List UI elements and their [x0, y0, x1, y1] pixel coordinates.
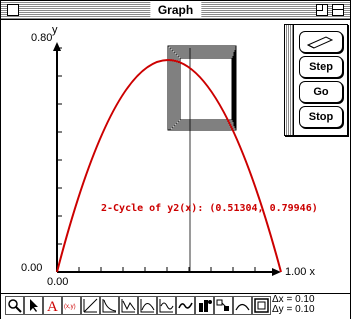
delta-readout: Δx = 0.10 Δy = 0.10	[272, 295, 315, 315]
eraser-icon	[306, 36, 334, 49]
go-button[interactable]: Go	[299, 81, 343, 103]
zoom-box[interactable]	[316, 4, 328, 16]
curve3-icon[interactable]	[138, 296, 157, 315]
derivative-icon[interactable]	[176, 296, 195, 315]
curve2-icon[interactable]	[119, 296, 138, 315]
title-bar[interactable]: Graph	[1, 1, 350, 20]
step-button[interactable]: Step	[299, 56, 343, 78]
delta-y: Δy = 0.10	[272, 304, 315, 315]
palette-grip[interactable]	[285, 25, 294, 135]
control-palette: Step Go Stop	[284, 24, 348, 136]
svg-text:A: A	[47, 299, 58, 314]
hump-icon[interactable]	[233, 296, 252, 315]
wave-icon[interactable]	[157, 296, 176, 315]
text-icon[interactable]: A	[43, 296, 62, 315]
tool-bar: A (x,y) Δx = 0.10 Δy = 0.10	[1, 293, 350, 319]
x-min-label: 0.00	[47, 276, 69, 288]
y-axis-label: y	[52, 24, 58, 36]
point-label-icon[interactable]: (x,y)	[62, 296, 81, 315]
collapse-box[interactable]	[332, 4, 344, 16]
svg-text:(x,y): (x,y)	[64, 304, 76, 310]
tool-button[interactable]	[299, 31, 343, 53]
window-title: Graph	[149, 2, 202, 18]
x-max-label: 1.00 x	[285, 266, 315, 278]
y-min-label: 0.00	[21, 262, 43, 274]
function-curve	[56, 59, 282, 273]
graph-window: Graph y 0.80 0.00 0.00 1.00 x 2-Cycle of…	[0, 0, 351, 319]
line-icon[interactable]	[81, 296, 100, 315]
integral-icon[interactable]	[195, 296, 214, 315]
window-icon[interactable]	[252, 296, 271, 315]
curve1-icon[interactable]	[100, 296, 119, 315]
stop-button[interactable]: Stop	[299, 106, 343, 128]
y-axis-arrow	[53, 42, 61, 51]
magnifier-icon[interactable]	[5, 296, 24, 315]
arrow-icon[interactable]	[24, 296, 43, 315]
function-icon[interactable]	[214, 296, 233, 315]
y-max-label: 0.80	[31, 32, 53, 44]
close-box[interactable]	[7, 4, 19, 16]
cycle-annotation: 2-Cycle of y2(x): (0.51304, 0.79946)	[101, 203, 318, 214]
